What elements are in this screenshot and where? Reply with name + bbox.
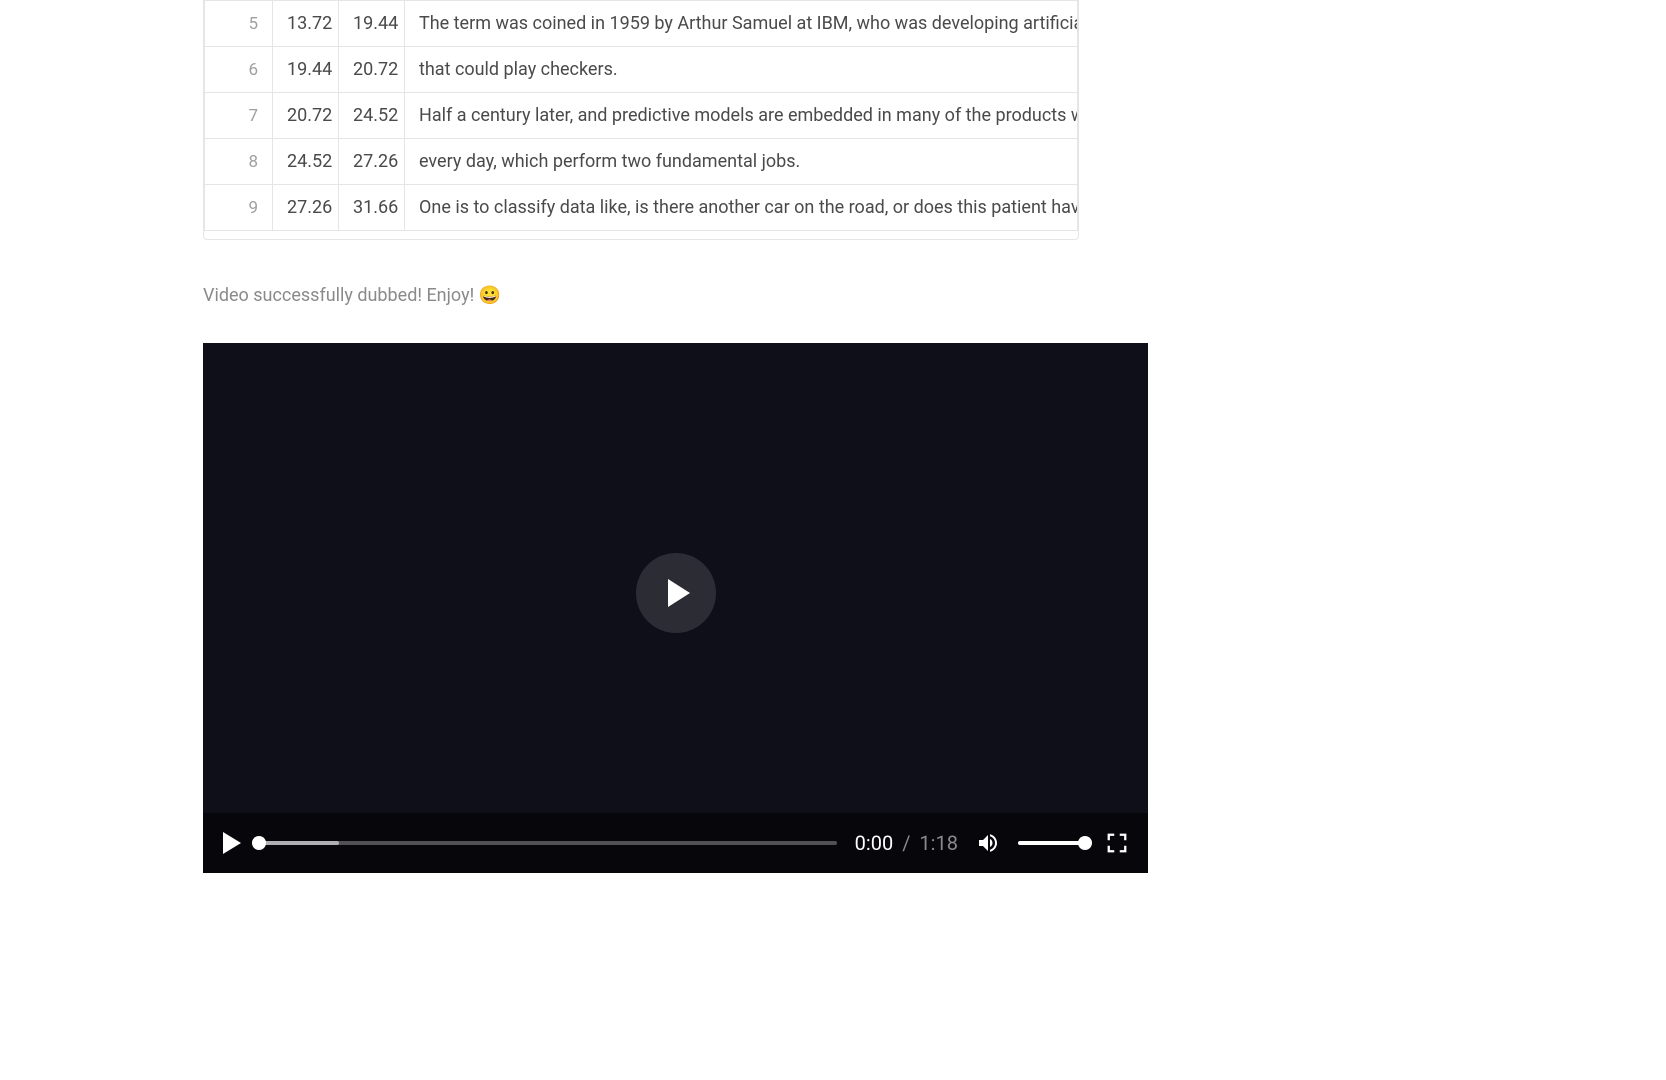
row-index: 9	[205, 185, 273, 231]
progress-loaded	[259, 841, 339, 845]
row-start: 24.52	[273, 139, 339, 185]
play-icon	[223, 832, 241, 854]
progress-bar[interactable]	[259, 841, 837, 845]
time-display: 0:00 / 1:18	[855, 831, 958, 855]
table-row: 6 19.44 20.72 that could play checkers.	[205, 47, 1078, 93]
video-player[interactable]: 0:00 / 1:18	[203, 343, 1148, 873]
row-index: 7	[205, 93, 273, 139]
row-index: 6	[205, 47, 273, 93]
row-end: 24.52	[339, 93, 405, 139]
transcript-table: 5 13.72 19.44 The term was coined in 195…	[203, 0, 1079, 240]
table-row: 8 24.52 27.26 every day, which perform t…	[205, 139, 1078, 185]
row-end: 27.26	[339, 139, 405, 185]
row-end: 19.44	[339, 1, 405, 47]
play-button[interactable]	[223, 832, 241, 854]
fullscreen-icon	[1106, 832, 1128, 854]
row-end: 20.72	[339, 47, 405, 93]
row-text: that could play checkers.	[405, 47, 1078, 93]
row-text: Half a century later, and predictive mod…	[405, 93, 1078, 139]
volume-knob[interactable]	[1078, 836, 1092, 850]
time-separator: /	[902, 831, 910, 855]
current-time: 0:00	[855, 831, 894, 855]
table-row: 7 20.72 24.52 Half a century later, and …	[205, 93, 1078, 139]
progress-knob[interactable]	[252, 836, 266, 850]
play-icon	[668, 579, 690, 607]
volume-button[interactable]	[976, 831, 1000, 855]
row-start: 27.26	[273, 185, 339, 231]
row-start: 13.72	[273, 1, 339, 47]
row-text: The term was coined in 1959 by Arthur Sa…	[405, 1, 1078, 47]
table-row: 5 13.72 19.44 The term was coined in 195…	[205, 1, 1078, 47]
row-end: 31.66	[339, 185, 405, 231]
row-text: every day, which perform two fundamental…	[405, 139, 1078, 185]
row-text: One is to classify data like, is there a…	[405, 185, 1078, 231]
play-button-center[interactable]	[636, 553, 716, 633]
row-index: 8	[205, 139, 273, 185]
fullscreen-button[interactable]	[1106, 832, 1128, 854]
duration: 1:18	[919, 831, 958, 855]
row-start: 20.72	[273, 93, 339, 139]
row-start: 19.44	[273, 47, 339, 93]
status-message: Video successfully dubbed! Enjoy! 😀	[203, 285, 1626, 306]
volume-slider[interactable]	[1018, 841, 1088, 845]
video-controls: 0:00 / 1:18	[203, 813, 1148, 873]
row-index: 5	[205, 1, 273, 47]
volume-icon	[976, 831, 1000, 855]
table-row: 9 27.26 31.66 One is to classify data li…	[205, 185, 1078, 231]
